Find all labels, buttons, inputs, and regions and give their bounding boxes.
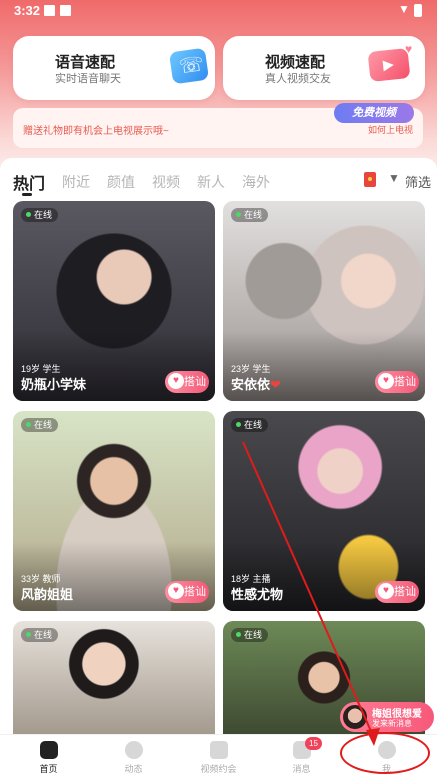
profile-card[interactable]: 在线 18岁 主播 性感尤物 搭讪 [223,411,425,611]
nav-label: 首页 [39,764,58,774]
heart-icon: ❤ [270,377,281,392]
red-packet-icon[interactable] [364,172,376,187]
new-message-toast[interactable]: 梅姐很想爱 发来新消息 [340,702,434,732]
card-name: 性感尤物 [231,587,284,602]
nav-label: 消息 [292,764,311,774]
free-video-badge[interactable]: 免费视频 [334,103,414,123]
online-badge: 在线 [231,418,269,432]
online-badge: 在线 [21,208,59,222]
nav-home[interactable]: 首页 [5,735,92,776]
video-match-card[interactable]: 视频速配 真人视频交友 ♥ [223,36,425,100]
status-time: 3:32 [14,3,41,18]
unread-badge: 15 [305,737,322,750]
status-bar: 3:32 ▼ [0,0,437,20]
notification-icon [60,5,71,16]
video-match-subtitle: 真人视频交友 [265,73,331,85]
nav-moments[interactable]: 动态 [90,735,177,776]
battery-icon [414,4,422,17]
nav-video-date[interactable]: 视频约会 [175,735,262,776]
chat-button[interactable]: 搭讪 [375,371,419,393]
chat-button[interactable]: 搭讪 [165,371,209,393]
filter-button[interactable]: 筛选 [405,172,431,191]
annotation-circle [340,732,430,774]
toast-subtitle: 发来新消息 [372,719,412,728]
tab-underline [22,193,32,196]
profile-card[interactable]: 在线 23岁 学生 安依依❤ 搭讪 [223,201,425,401]
tab-video[interactable]: 视频 [152,172,180,192]
card-name: 安依依❤ [231,377,281,392]
heart-icon: ♥ [405,42,413,56]
nav-messages[interactable]: 15 消息 [258,735,345,776]
voice-match-subtitle: 实时语音聊天 [55,73,121,85]
online-badge: 在线 [21,418,59,432]
banner-text: 赠送礼物即有机会上电视展示哦~ [23,126,169,137]
online-badge: 在线 [231,628,269,642]
tab-overseas[interactable]: 海外 [242,172,270,192]
home-icon [40,741,58,759]
banner-link[interactable]: 如何上电视 [368,123,413,136]
video-match-title: 视频速配 [265,54,326,71]
compass-icon [125,741,143,759]
profile-card[interactable]: 在线 33岁 教师 风韵姐姐 搭讪 [13,411,215,611]
profile-card[interactable]: 在线 19岁 学生 奶瓶小学妹 搭讪 [13,201,215,401]
nav-label: 动态 [124,764,143,774]
notification-icon [44,5,55,16]
chat-button[interactable]: 搭讪 [165,581,209,603]
card-name: 奶瓶小学妹 [21,377,87,392]
tab-nearby[interactable]: 附近 [62,172,90,192]
profile-card[interactable]: 在线 [13,621,215,734]
tab-looks[interactable]: 颜值 [107,172,135,192]
online-badge: 在线 [21,628,59,642]
chat-button[interactable]: 搭讪 [375,581,419,603]
avatar [343,705,367,729]
filter-icon[interactable]: ▼ [388,171,400,185]
tab-new[interactable]: 新人 [197,172,225,192]
voice-match-card[interactable]: 语音速配 实时语音聊天 [13,36,215,100]
card-name: 风韵姐姐 [21,587,74,602]
video-icon [210,741,228,759]
wifi-icon: ▼ [398,2,410,16]
nav-label: 视频约会 [200,764,237,774]
tab-hot[interactable]: 热门 [13,170,45,194]
online-badge: 在线 [231,208,269,222]
voice-match-title: 语音速配 [55,54,116,71]
phone-icon [168,47,210,85]
